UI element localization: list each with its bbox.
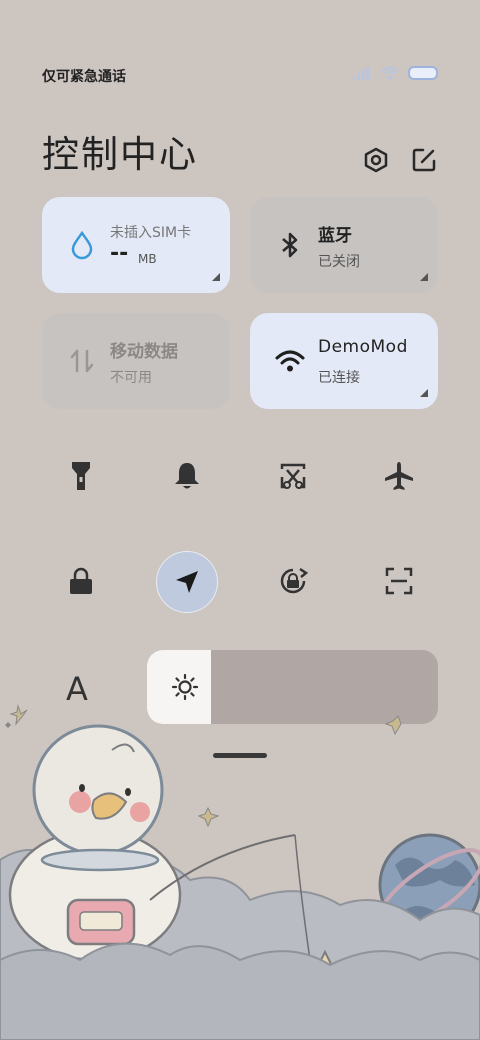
scan-toggle[interactable]	[369, 551, 429, 611]
airplane-toggle[interactable]	[369, 446, 429, 506]
wifi-tile[interactable]: DemoMod 已连接	[250, 313, 438, 409]
data-usage-value: --	[110, 241, 129, 266]
signal-icon	[353, 67, 369, 80]
screenshot-icon	[280, 463, 306, 489]
expand-corner-icon	[212, 273, 220, 281]
carrier-status: 仅可紧急通话	[42, 69, 126, 85]
water-drop-icon	[71, 230, 93, 260]
lock-icon	[70, 567, 92, 594]
lock-screen-toggle[interactable]	[51, 551, 111, 611]
sim-status-label: 未插入SIM卡	[110, 225, 192, 241]
wifi-status: 已连接	[318, 370, 360, 386]
mobile-data-title: 移动数据	[110, 342, 178, 362]
bluetooth-tile[interactable]: 蓝牙 已关闭	[250, 197, 438, 293]
settings-icon[interactable]	[362, 146, 390, 174]
wallpaper-illustration	[0, 704, 480, 1040]
expand-corner-icon	[420, 273, 428, 281]
wifi-status-icon	[381, 66, 399, 80]
bluetooth-status: 已关闭	[318, 254, 360, 270]
bell-icon	[175, 463, 199, 489]
expand-corner-icon	[420, 389, 428, 397]
location-icon	[176, 571, 198, 593]
mobile-data-tile[interactable]: 移动数据 不可用	[42, 313, 230, 409]
page-title: 控制中心	[42, 133, 198, 176]
bluetooth-icon	[282, 232, 298, 258]
battery-icon	[408, 66, 438, 80]
mobile-data-icon	[70, 349, 94, 373]
flashlight-toggle[interactable]	[51, 446, 111, 506]
bluetooth-title: 蓝牙	[318, 226, 352, 246]
edit-icon[interactable]	[410, 146, 438, 174]
status-icons	[352, 66, 438, 80]
rotation-lock-icon	[280, 567, 309, 594]
screenshot-toggle[interactable]	[263, 446, 323, 506]
silent-toggle[interactable]	[157, 446, 217, 506]
data-usage-tile[interactable]: 未插入SIM卡 -- MB	[42, 197, 230, 293]
wifi-network-name: DemoMod	[318, 337, 408, 357]
location-toggle[interactable]	[156, 551, 218, 613]
airplane-icon	[385, 462, 413, 490]
status-bar: 仅可紧急通话	[42, 62, 438, 90]
flashlight-icon	[72, 462, 90, 490]
wifi-icon	[275, 350, 305, 372]
mobile-data-status: 不可用	[110, 370, 152, 386]
data-usage-unit: MB	[138, 252, 157, 266]
scan-icon	[385, 567, 413, 595]
rotation-lock-toggle[interactable]	[263, 551, 323, 611]
